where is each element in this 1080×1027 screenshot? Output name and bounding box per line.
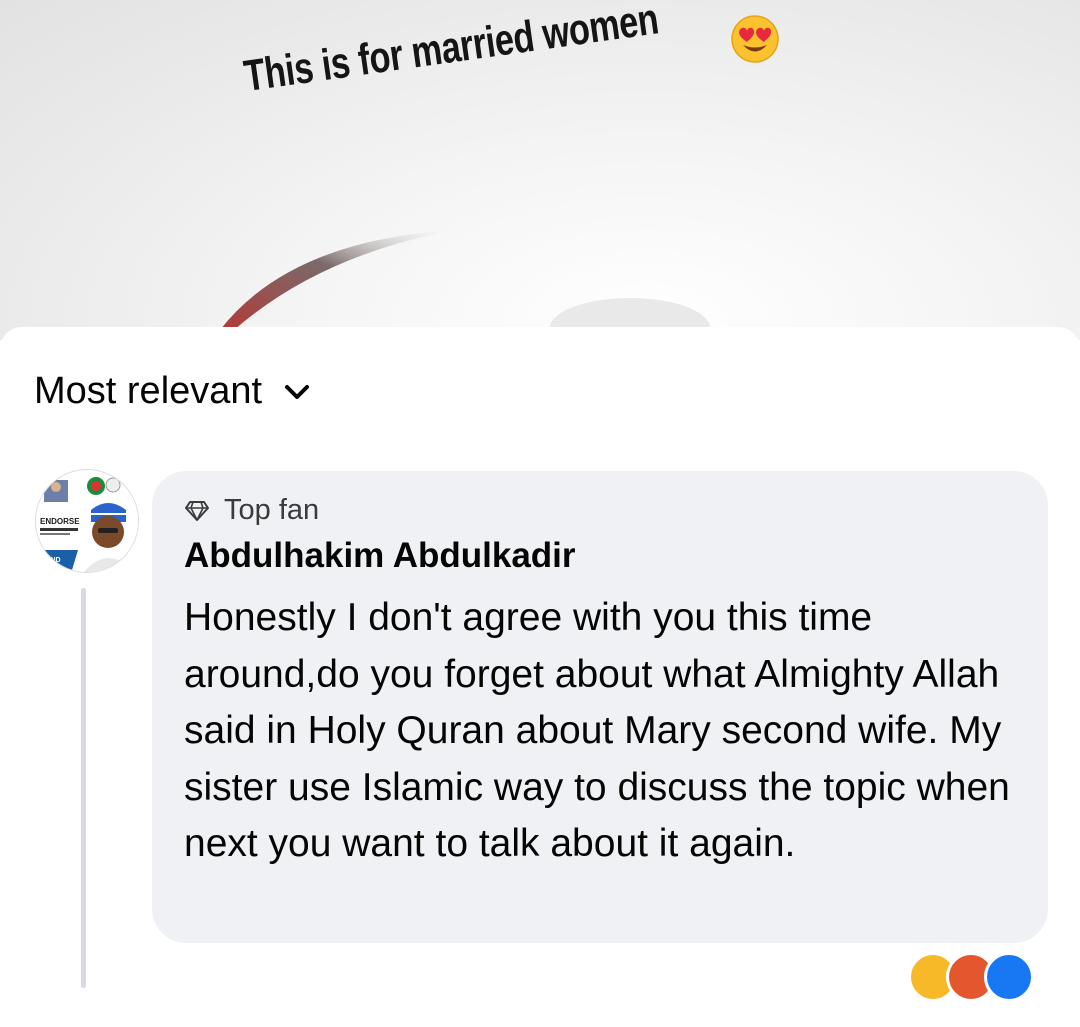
sort-label: Most relevant <box>34 370 263 412</box>
heart-eyes-emoji-icon <box>731 15 779 63</box>
post-caption: This is for married women <box>241 0 662 102</box>
reaction-summary[interactable] <box>908 952 1034 1002</box>
chevron-down-icon <box>285 384 310 399</box>
commenter-avatar[interactable]: ENDORSE COND <box>36 470 138 572</box>
diamond-icon <box>185 500 209 521</box>
top-fan-badge: Top fan <box>184 494 319 527</box>
avatar-picture: ENDORSE COND <box>36 470 138 572</box>
comment-author[interactable]: Abdulhakim Abdulkadir <box>184 536 576 576</box>
decorative-swoosh <box>220 230 710 340</box>
like-reaction-icon <box>984 952 1034 1002</box>
avatar-endorse-text: ENDORSE <box>40 517 80 526</box>
badge-label: Top fan <box>224 494 320 526</box>
sort-dropdown[interactable]: Most relevant <box>34 370 310 413</box>
post-image[interactable]: This is for married women <box>0 0 1080 340</box>
thread-line <box>81 588 86 988</box>
comment-text: Honestly I don't agree with you this tim… <box>184 596 1010 865</box>
